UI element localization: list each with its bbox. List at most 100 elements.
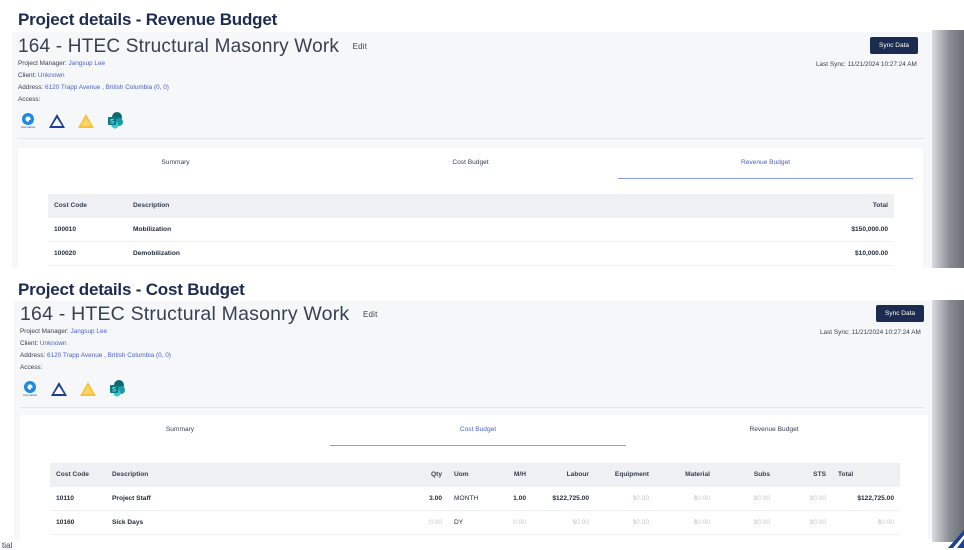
acumatica-icon[interactable]: Acumatica [18, 109, 38, 129]
tab-revenue-budget[interactable]: Revenue Budget [618, 148, 913, 179]
table-row[interactable]: 10160 Sick Days 0.00 DY 0.00 $0.00 $0.00… [50, 511, 900, 535]
mh: 1.00 [513, 495, 526, 502]
col-total: Total [838, 471, 854, 478]
tab-summary[interactable]: Summary [28, 148, 323, 178]
revenue-project-card: 164 - HTEC Structural Masonry Work Edit … [12, 32, 932, 268]
col-description: Description [112, 471, 149, 478]
address-link[interactable]: 6120 Trapp Avenue , British Columbia (0,… [47, 352, 171, 359]
cost-table: Cost Code Description Qty Uom M/H Labour… [50, 463, 900, 535]
project-meta: Project Manager: Jangsup Lee Client: Unk… [20, 326, 171, 374]
sharepoint-icon[interactable]: S [107, 377, 127, 397]
procore-triangle-icon[interactable] [47, 109, 67, 129]
divider [18, 138, 924, 139]
tab-summary[interactable]: Summary [30, 415, 330, 445]
sync-data-button[interactable]: Sync Data [870, 37, 918, 54]
material: $0.00 [693, 519, 710, 526]
project-manager-link[interactable]: Jangsup Lee [70, 328, 107, 335]
col-material: Material [685, 471, 710, 478]
client-label: Client: [18, 72, 37, 79]
cost-code: 10110 [56, 495, 74, 502]
project-manager-link[interactable]: Jangsup Lee [68, 60, 105, 67]
sync-data-button[interactable]: Sync Data [876, 305, 924, 322]
table-row[interactable]: 100010 Mobilization $150,000.00 [48, 218, 894, 242]
total: $0.00 [877, 519, 894, 526]
tab-revenue-budget[interactable]: Revenue Budget [626, 415, 922, 445]
corner-logo-icon [948, 530, 964, 548]
equipment: $0.00 [632, 495, 649, 502]
tab-cost-budget[interactable]: Cost Budget [330, 415, 626, 446]
edit-link[interactable]: Edit [353, 42, 368, 51]
svg-text:S: S [110, 120, 114, 126]
col-total: Total [872, 202, 888, 209]
revenue-table: Cost Code Description Total 100010 Mobil… [48, 194, 894, 268]
sharepoint-icon[interactable]: S [105, 109, 125, 129]
col-subs: Subs [753, 471, 770, 478]
table-header: Cost Code Description Qty Uom M/H Labour… [50, 463, 900, 487]
project-title: 164 - HTEC Structural Masonry Work Edit [18, 36, 367, 58]
address-label: Address: [20, 352, 46, 359]
cost-project-card: 164 - HTEC Structural Masonry Work Edit … [14, 301, 932, 539]
access-label: Access: [18, 96, 41, 103]
description: Mobilization [133, 226, 172, 233]
procore-triangle-icon[interactable] [49, 377, 69, 397]
acumatica-caption: Acumatica [22, 393, 37, 397]
col-uom: Uom [454, 471, 469, 478]
acumatica-icon[interactable]: Acumatica [20, 377, 40, 397]
subs: $0.00 [753, 519, 770, 526]
col-sts: STS [813, 471, 826, 478]
total: $122,725.00 [857, 495, 894, 502]
sts: $0.00 [809, 495, 826, 502]
warning-triangle-icon[interactable] [78, 377, 98, 397]
access-icons: Acumatica S [18, 109, 125, 129]
table-row[interactable]: 100020 Demobilization $10,000.00 [48, 242, 894, 266]
sts: $0.00 [809, 519, 826, 526]
revenue-section-heading: Project details - Revenue Budget [18, 10, 278, 29]
col-qty: Qty [431, 471, 442, 478]
col-cost-code: Cost Code [56, 471, 89, 478]
cost-section-heading: Project details - Cost Budget [18, 280, 245, 299]
cost-panel: Summary Cost Budget Revenue Budget Cost … [20, 415, 928, 539]
cost-code: 10160 [56, 519, 75, 526]
qty: 0.00 [429, 519, 442, 526]
description: Demobilization [133, 250, 180, 257]
subs: $0.00 [753, 495, 770, 502]
edit-link[interactable]: Edit [363, 310, 378, 319]
footer-fragment: tial [2, 541, 13, 550]
cost-code: 100020 [54, 250, 77, 257]
table-row[interactable]: 10110 Project Staff 3.00 MONTH 1.00 $122… [50, 487, 900, 511]
col-mh: M/H [513, 471, 526, 478]
project-title: 164 - HTEC Structural Masonry Work Edit [20, 303, 378, 326]
total: $150,000.00 [851, 226, 888, 233]
client-link[interactable]: Unknown [40, 340, 67, 347]
access-icons: Acumatica S [20, 377, 127, 397]
description: Sick Days [112, 519, 144, 526]
acumatica-caption: Acumatica [20, 125, 35, 129]
last-sync-text: Last Sync: 11/21/2024 10:27:24 AM [820, 329, 921, 336]
description: Project Staff [112, 495, 151, 502]
address-label: Address: [18, 84, 44, 91]
tabs: Summary Cost Budget Revenue Budget [18, 148, 923, 179]
col-labour: Labour [566, 471, 589, 478]
tab-cost-budget[interactable]: Cost Budget [323, 148, 618, 178]
col-equipment: Equipment [614, 471, 649, 478]
client-link[interactable]: Unknown [38, 72, 65, 79]
last-sync-text: Last Sync: 11/21/2024 10:27:24 AM [816, 61, 917, 68]
svg-text:S: S [112, 388, 116, 394]
material: $0.00 [693, 495, 710, 502]
client-label: Client: [20, 340, 39, 347]
window-edge-shadow [932, 30, 964, 268]
address-link[interactable]: 6120 Trapp Avenue , British Columbia (0,… [45, 84, 169, 91]
tabs: Summary Cost Budget Revenue Budget [20, 415, 928, 446]
total: $10,000.00 [854, 250, 888, 257]
labour: $122,725.00 [552, 495, 589, 502]
warning-triangle-icon[interactable] [76, 109, 96, 129]
col-cost-code: Cost Code [54, 202, 87, 209]
revenue-panel: Summary Cost Budget Revenue Budget Cost … [18, 148, 923, 268]
project-meta: Project Manager: Jangsup Lee Client: Unk… [18, 58, 169, 106]
project-manager-label: Project Manager: [18, 60, 67, 67]
uom: MONTH [454, 495, 479, 502]
labour: $0.00 [572, 519, 589, 526]
mh: 0.00 [513, 519, 526, 526]
project-manager-label: Project Manager: [20, 328, 69, 335]
cost-code: 100010 [54, 226, 77, 233]
